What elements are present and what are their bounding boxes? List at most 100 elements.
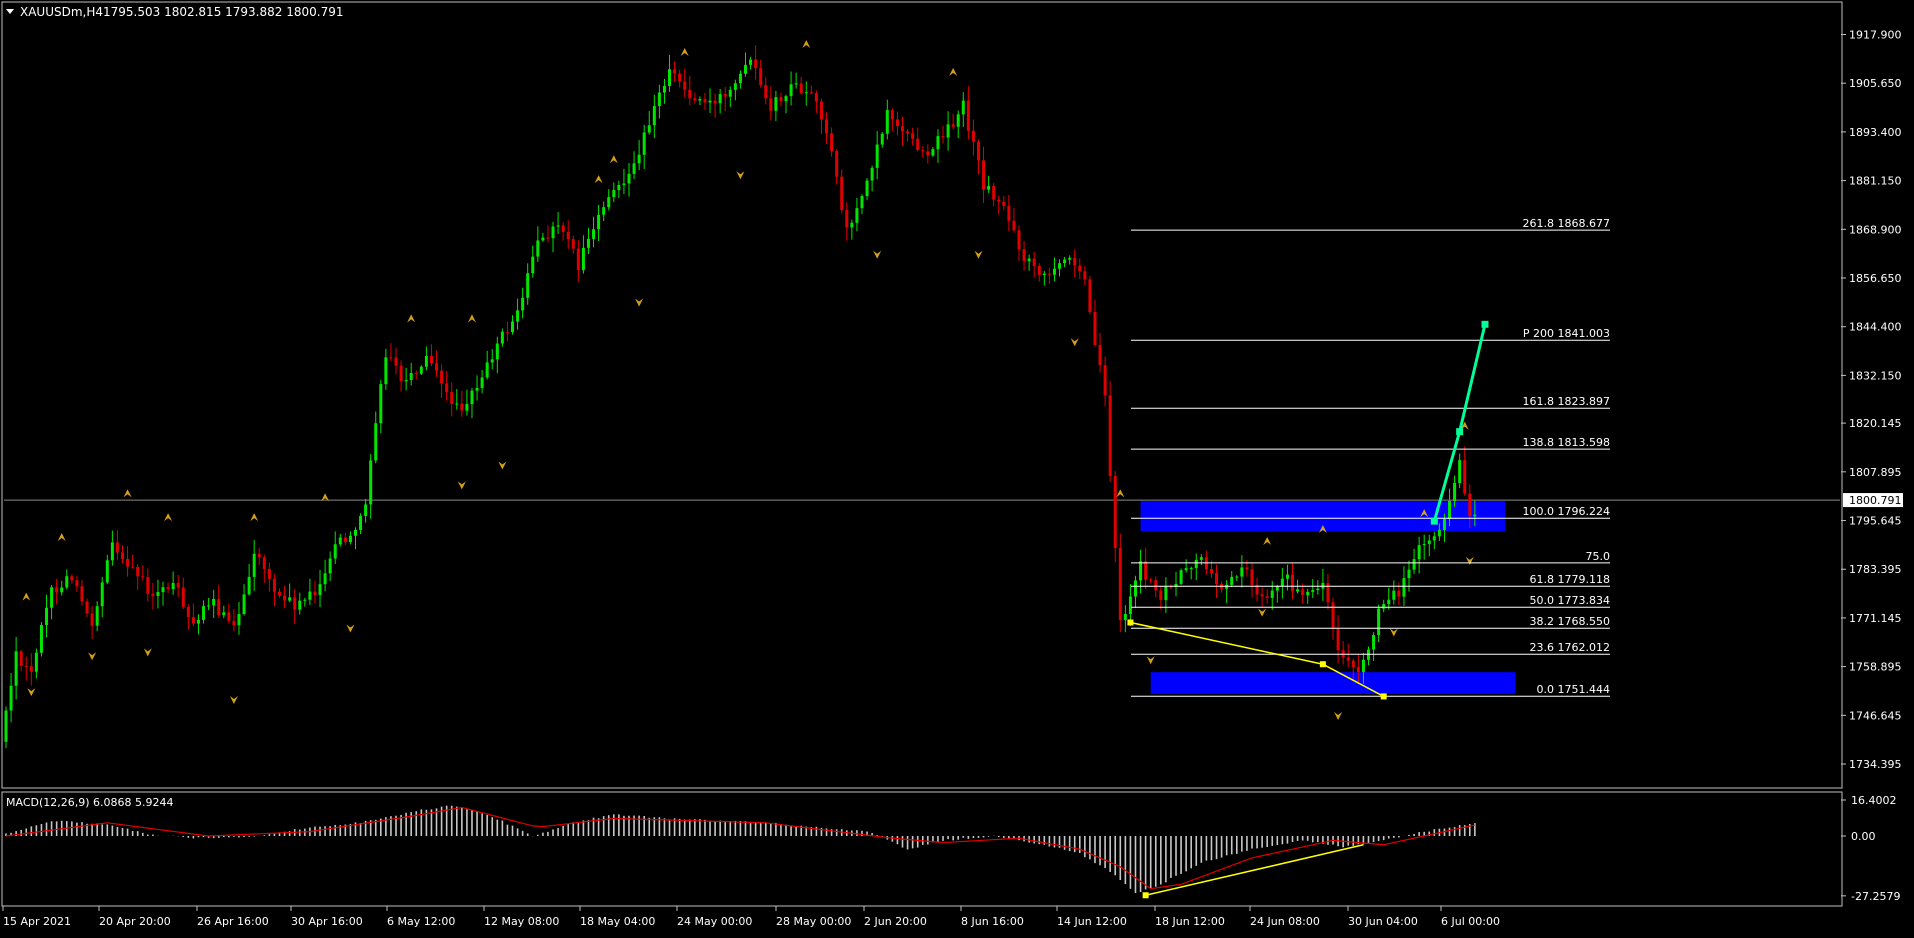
candle-body [1042, 273, 1046, 275]
projection-anchor[interactable] [1456, 428, 1464, 436]
candle-body [333, 544, 337, 559]
candle-body [166, 587, 170, 589]
candle-body [870, 167, 874, 181]
trendline-anchor[interactable] [1127, 619, 1134, 626]
trendline-anchor[interactable] [1380, 693, 1387, 700]
candle-body [212, 598, 216, 606]
projection-line[interactable] [1432, 323, 1487, 522]
price-tick-label: 1881.150 [1849, 175, 1902, 188]
candle-body [75, 580, 79, 587]
candle-body [429, 356, 433, 364]
candle-body [353, 529, 357, 536]
candle-body [100, 582, 104, 607]
candle-body [60, 587, 64, 593]
candle-body [161, 587, 165, 593]
price-axis[interactable]: 1917.900 1905.650 1893.400 1881.150 1868.900… [1841, 29, 1903, 772]
candle-body [55, 587, 59, 593]
candle-body [1063, 259, 1067, 264]
candle-body [409, 372, 413, 381]
candle-body [308, 591, 312, 600]
candle-body [1382, 604, 1386, 609]
candle-body [110, 542, 114, 561]
fib-level-label: 50.0 1773.834 [1530, 594, 1610, 607]
candle-body [688, 89, 692, 99]
macd-axis: 16.4002 0.00 -27.2579 [1841, 794, 1900, 903]
projection-anchor[interactable] [1430, 517, 1438, 525]
candle-body [1301, 589, 1305, 596]
fractal-down-arrow [229, 696, 238, 705]
candles-layer [4, 45, 1477, 749]
macd-trendline[interactable] [1145, 844, 1364, 896]
candle-body [759, 68, 763, 86]
macd-signal-line [5, 806, 1475, 890]
candle-body [1225, 584, 1229, 589]
time-tick-label: 15 Apr 2021 [3, 915, 71, 928]
candle-body [1311, 590, 1315, 592]
candle-body [749, 59, 753, 65]
candle-body [227, 612, 231, 621]
candle-body [1007, 205, 1011, 221]
candle-body [789, 84, 793, 97]
candle-body [1164, 586, 1168, 601]
candle-body [90, 613, 94, 626]
fractal-up-arrow [1116, 489, 1125, 498]
price-chart-svg[interactable]: 261.8 1868.677 P 200 1841.003 161.8 1823.8… [0, 0, 1914, 934]
candle-body [819, 101, 823, 120]
candle-body [1113, 475, 1117, 548]
fractal-down-arrow [498, 461, 507, 470]
candle-body [1133, 580, 1137, 597]
candle-body [181, 587, 185, 607]
candle-body [1280, 578, 1284, 587]
candle-body [627, 173, 631, 184]
candle-body [683, 81, 687, 90]
candle-body [384, 357, 388, 385]
candle-body [404, 380, 408, 382]
candle-body [976, 141, 980, 161]
triangle-down-icon[interactable] [6, 9, 14, 14]
candle-body [136, 566, 140, 577]
candle-body [1397, 590, 1401, 597]
time-tick-label: 6 Jul 00:00 [1441, 915, 1500, 928]
candle-body [247, 576, 251, 595]
candle-body [435, 363, 439, 371]
candle-body [612, 190, 616, 198]
time-axis[interactable]: 15 Apr 2021 20 Apr 20:00 26 Apr 16:00 30 Ap… [2, 906, 1500, 928]
time-tick-label: 14 Jun 12:00 [1057, 915, 1127, 928]
fractal-down-arrow [1389, 628, 1398, 637]
candle-body [1179, 570, 1183, 584]
candle-body [708, 100, 712, 103]
candle-body [774, 97, 778, 111]
price-tick-label: 1758.895 [1849, 661, 1902, 674]
trendline-anchor[interactable] [1142, 892, 1149, 899]
candle-body [825, 119, 829, 134]
candle-body [171, 582, 175, 589]
candle-body [1361, 659, 1365, 673]
candle-body [1093, 311, 1097, 345]
candle-body [637, 154, 641, 164]
candle-body [1432, 536, 1436, 541]
candle-body [541, 237, 545, 241]
candle-body [232, 620, 236, 626]
macd-tick-label: -27.2579 [1851, 890, 1900, 903]
chart-window[interactable]: 261.8 1868.677 P 200 1841.003 161.8 1823.8… [0, 0, 1914, 934]
candle-body [9, 685, 13, 711]
ohlc-readout: 1795.503 1802.815 1793.882 1800.791 [103, 5, 343, 19]
trendline-anchor[interactable] [1319, 661, 1326, 668]
candle-body [971, 130, 975, 142]
candle-body [207, 605, 211, 607]
candle-body [754, 59, 758, 69]
candle-body [951, 124, 955, 127]
candle-body [196, 619, 200, 624]
time-tick-label: 18 Jun 12:00 [1155, 915, 1225, 928]
candle-body [1412, 559, 1416, 570]
candle-body [80, 586, 84, 602]
candle-body [916, 138, 920, 150]
candle-body [141, 576, 145, 578]
candle-body [1194, 559, 1198, 569]
candle-body [521, 297, 525, 311]
candle-body [1209, 569, 1213, 574]
candle-body [693, 98, 697, 101]
projection-anchor[interactable] [1481, 320, 1489, 328]
candle-body [500, 331, 504, 344]
candle-body [475, 387, 479, 391]
